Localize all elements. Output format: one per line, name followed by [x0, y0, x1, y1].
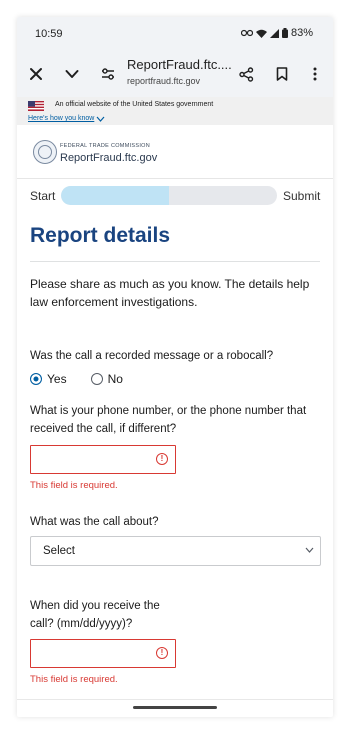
close-icon[interactable] — [26, 64, 46, 84]
us-flag-icon — [28, 101, 44, 111]
radio-no-circle[interactable] — [90, 373, 103, 385]
call-about-select[interactable]: Select — [30, 536, 321, 566]
status-time: 10:59 — [35, 28, 63, 40]
official-site-text: An official website of the United States… — [55, 101, 214, 108]
signal-icon — [269, 28, 279, 38]
status-icons: 83% — [240, 27, 313, 39]
chevron-down-icon[interactable] — [62, 64, 82, 84]
page-tab-title[interactable]: ReportFraud.ftc.... — [127, 57, 242, 72]
gesture-nav-handle[interactable] — [133, 706, 217, 709]
page-url[interactable]: reportfraud.ftc.gov — [127, 76, 200, 86]
bookmark-icon[interactable] — [272, 64, 292, 84]
progress-bar — [61, 186, 277, 205]
radio-no[interactable]: No — [90, 372, 123, 386]
site-settings-icon[interactable] — [98, 64, 118, 84]
call-date-question: When did you receive the call? (mm/dd/yy… — [30, 600, 160, 630]
call-about-question: What was the call about? — [30, 516, 159, 528]
radio-yes-label[interactable]: Yes — [47, 372, 67, 386]
call-date-error: This field is required. — [30, 674, 118, 685]
agency-name[interactable]: FEDERAL TRADE COMMISSION — [60, 143, 150, 149]
phone-number-error: This field is required. — [30, 480, 118, 491]
radio-yes-circle[interactable] — [30, 373, 42, 385]
divider — [30, 261, 320, 262]
status-bar: 10:59 83% — [17, 17, 333, 51]
how-you-know-link[interactable]: Here's how you know — [28, 115, 105, 122]
radio-yes[interactable]: Yes — [30, 372, 67, 386]
how-you-know-label[interactable]: Here's how you know — [28, 115, 94, 122]
bottom-separator — [17, 699, 333, 700]
phone-number-question: What is your phone number, or the phone … — [30, 405, 307, 435]
share-icon[interactable] — [236, 64, 256, 84]
chevron-down-icon — [96, 116, 105, 122]
progress-submit-label: Submit — [283, 189, 321, 203]
call-date-input[interactable]: ! — [30, 639, 176, 668]
call-about-selected[interactable]: Select — [43, 545, 75, 557]
error-alert-icon: ! — [156, 453, 168, 465]
more-options-icon[interactable] — [305, 64, 325, 84]
radio-no-label[interactable]: No — [108, 372, 123, 386]
battery-level: 83% — [290, 27, 313, 39]
robocall-question: Was the call a recorded message or a rob… — [30, 350, 274, 362]
site-header: FEDERAL TRADE COMMISSION ReportFraud.ftc… — [17, 125, 333, 179]
wifi-icon — [255, 29, 267, 38]
page-title: Report details — [30, 224, 171, 247]
robocall-radio-group: Yes No — [30, 372, 147, 386]
ftc-seal-icon[interactable] — [33, 140, 57, 164]
error-alert-icon: ! — [156, 647, 168, 659]
battery-icon — [281, 28, 288, 38]
gov-banner: An official website of the United States… — [17, 97, 333, 125]
phone-screen: 10:59 83% ReportFraud.ftc.... reportfrau… — [17, 17, 333, 717]
progress-start-label: Start — [30, 189, 56, 203]
chevron-down-icon — [305, 547, 314, 553]
progress-fill — [61, 186, 169, 205]
phone-number-input[interactable]: ! — [30, 445, 176, 474]
link-icon — [240, 29, 253, 37]
site-name[interactable]: ReportFraud.ftc.gov — [60, 152, 157, 164]
browser-toolbar: ReportFraud.ftc.... reportfraud.ftc.gov — [17, 51, 333, 97]
intro-text: Please share as much as you know. The de… — [30, 277, 310, 309]
